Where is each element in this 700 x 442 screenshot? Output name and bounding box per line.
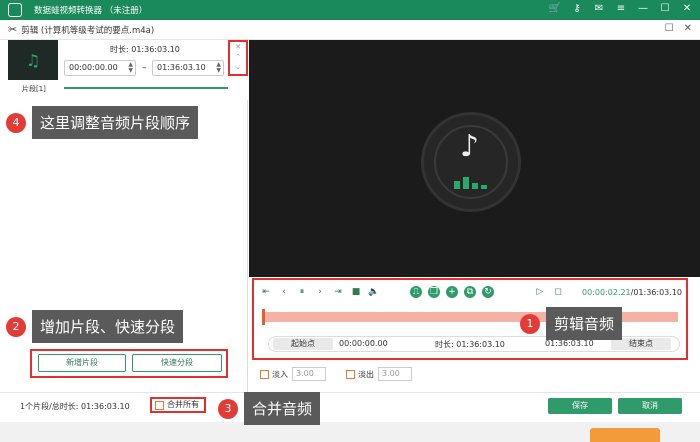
cancel-button[interactable]: 取消 (618, 398, 682, 414)
range-dash: – (142, 63, 147, 73)
app-logo-icon (8, 3, 22, 17)
delete-clip-icon[interactable]: ✕ (230, 42, 246, 52)
set-end-icon[interactable]: ◻ (552, 286, 564, 298)
clip-start-value: 00:00:00.00 (69, 63, 118, 72)
pause-icon[interactable]: ⏸ (296, 286, 308, 298)
reset-icon[interactable]: ↻ (482, 286, 494, 298)
quick-split-button[interactable]: 快速分段 (132, 354, 222, 372)
duplicate-icon[interactable]: ⧉ (464, 286, 476, 298)
dialog-close-icon[interactable]: ✕ (684, 23, 692, 34)
feedback-icon[interactable]: ✉ (592, 2, 606, 16)
add-clip-button[interactable]: 新增片段 (38, 354, 126, 372)
dialog-title: 剪辑 (计算机等级考试的要点.m4a) (21, 25, 155, 36)
move-up-icon[interactable]: ⌃ (230, 52, 246, 62)
callout-text: 合并音频 (244, 392, 321, 425)
checkbox-icon[interactable] (155, 400, 164, 410)
music-note-icon: ♫ (25, 50, 41, 70)
music-note-icon: ♪ (460, 129, 480, 164)
edit-controls-panel: ⇤ ‹ ⏸ › ⇥ ■ 🔈 ⎍ ❐ + ⧉ ↻ ▷ ◻ 00:00:02.21/… (252, 278, 688, 360)
reorder-controls: ✕ ⌃ ⌄ (228, 40, 248, 76)
clip-progress-line (64, 87, 228, 89)
callout-1: 1 剪辑音频 (520, 307, 623, 340)
fade-out-label: 淡出 (358, 369, 374, 379)
set-start-button[interactable]: 起始点 (273, 338, 333, 350)
add-icon[interactable]: + (446, 286, 458, 298)
callout-number: 2 (6, 316, 26, 337)
callout-4: 4 这里调整音频片段顺序 (6, 106, 199, 139)
merge-all-label: 合并所有 (167, 400, 199, 409)
spin-icon[interactable]: ▲ ▼ (216, 62, 221, 74)
fade-out-checkbox[interactable] (346, 369, 355, 379)
callout-text: 这里调整音频片段顺序 (32, 106, 199, 139)
dialog-controls: ☐ ✕ (665, 23, 692, 34)
fade-in-input[interactable]: 3.00 (292, 367, 326, 381)
fade-in-label: 淡入 (272, 369, 288, 379)
merge-all-checkbox[interactable]: 合并所有 (150, 397, 206, 413)
total-time: /01:36:03.10 (630, 288, 682, 297)
title-bar: 数据蛙视频转换器 （未注册） 🛒 ⚷ ✉ ≡ — ☐ ✕ (0, 0, 700, 20)
stop-icon[interactable]: ■ (350, 286, 362, 298)
close-icon[interactable]: ✕ (680, 2, 694, 16)
orange-tab (590, 428, 660, 442)
callout-3: 3 合并音频 (218, 392, 321, 425)
trim-end-value[interactable]: 01:36:03.10 (545, 339, 594, 348)
menu-icon[interactable]: ≡ (614, 2, 628, 16)
callout-number: 1 (520, 313, 540, 334)
dialog-footer: 1个片段/总时长: 01:36:03.10 合并所有 保存 取消 (0, 392, 700, 422)
fade-out-input[interactable]: 3.00 (378, 367, 412, 381)
clip-duration: 时长: 01:36:03.10 (110, 45, 180, 54)
split-icon[interactable]: ⎍ (410, 286, 422, 298)
dialog-title-bar: ✂ 剪辑 (计算机等级考试的要点.m4a) ☐ ✕ (0, 20, 700, 40)
maximize-icon[interactable]: ☐ (658, 2, 672, 16)
clip-end-value: 01:36:03.10 (157, 63, 206, 72)
scissors-icon: ✂ (8, 23, 18, 36)
app-title: 数据蛙视频转换器 （未注册） (34, 6, 148, 16)
clip-item[interactable]: ♫ 片段[1] 时长: 01:36:03.10 00:00:00.00 ▲ ▼ –… (0, 40, 248, 100)
callout-text: 剪辑音频 (546, 307, 623, 340)
playhead-handle[interactable] (262, 309, 265, 325)
spin-icon[interactable]: ▲ ▼ (128, 62, 133, 74)
cart-icon[interactable]: 🛒 (548, 2, 562, 16)
callout-number: 4 (6, 112, 26, 133)
equalizer-icon (454, 175, 494, 189)
fade-in-checkbox[interactable] (260, 369, 269, 379)
dialog-maximize-icon[interactable]: ☐ (665, 23, 674, 34)
volume-icon[interactable]: 🔈 (368, 286, 380, 298)
prev-icon[interactable]: ‹ (278, 286, 290, 298)
fade-row: 淡入 3.00 淡出 3.00 (260, 367, 412, 381)
key-icon[interactable]: ⚷ (570, 2, 584, 16)
copy-icon[interactable]: ❐ (428, 286, 440, 298)
callout-text: 增加片段、快速分段 (32, 310, 184, 343)
go-start-icon[interactable]: ⇤ (260, 286, 272, 298)
minimize-icon[interactable]: — (636, 2, 650, 16)
next-icon[interactable]: › (314, 286, 326, 298)
app-window: 数据蛙视频转换器 （未注册） 🛒 ⚷ ✉ ≡ — ☐ ✕ ✂ 剪辑 (计算机等级… (0, 0, 700, 442)
playback-time: 00:00:02.21/01:36:03.10 (582, 288, 682, 297)
callout-2: 2 增加片段、快速分段 (6, 310, 184, 343)
clip-buttons-highlight: 新增片段 快速分段 (30, 349, 228, 378)
playback-toolbar: ⇤ ‹ ⏸ › ⇥ ■ 🔈 ⎍ ❐ + ⧉ ↻ ▷ ◻ (260, 286, 564, 298)
move-down-icon[interactable]: ⌄ (230, 62, 246, 72)
window-controls: 🛒 ⚷ ✉ ≡ — ☐ ✕ (548, 2, 694, 16)
current-time: 00:00:02.21 (581, 288, 631, 297)
clip-summary: 1个片段/总时长: 01:36:03.10 (20, 402, 130, 411)
clip-start-input[interactable]: 00:00:00.00 ▲ ▼ (64, 60, 136, 76)
set-start-icon[interactable]: ▷ (534, 286, 546, 298)
go-end-icon[interactable]: ⇥ (332, 286, 344, 298)
clip-label: 片段[1] (22, 85, 46, 93)
clip-end-input[interactable]: 01:36:03.10 ▲ ▼ (152, 60, 224, 76)
save-button[interactable]: 保存 (548, 398, 612, 414)
clip-thumbnail: ♫ (8, 40, 58, 80)
callout-number: 3 (218, 398, 238, 419)
trim-duration: 时长: 01:36:03.10 (435, 340, 505, 349)
audio-disc: ♪ (421, 112, 521, 212)
preview-player[interactable]: ♪ (249, 40, 700, 277)
trim-start-value[interactable]: 00:00:00.00 (339, 339, 388, 348)
bottom-strip (0, 422, 700, 442)
